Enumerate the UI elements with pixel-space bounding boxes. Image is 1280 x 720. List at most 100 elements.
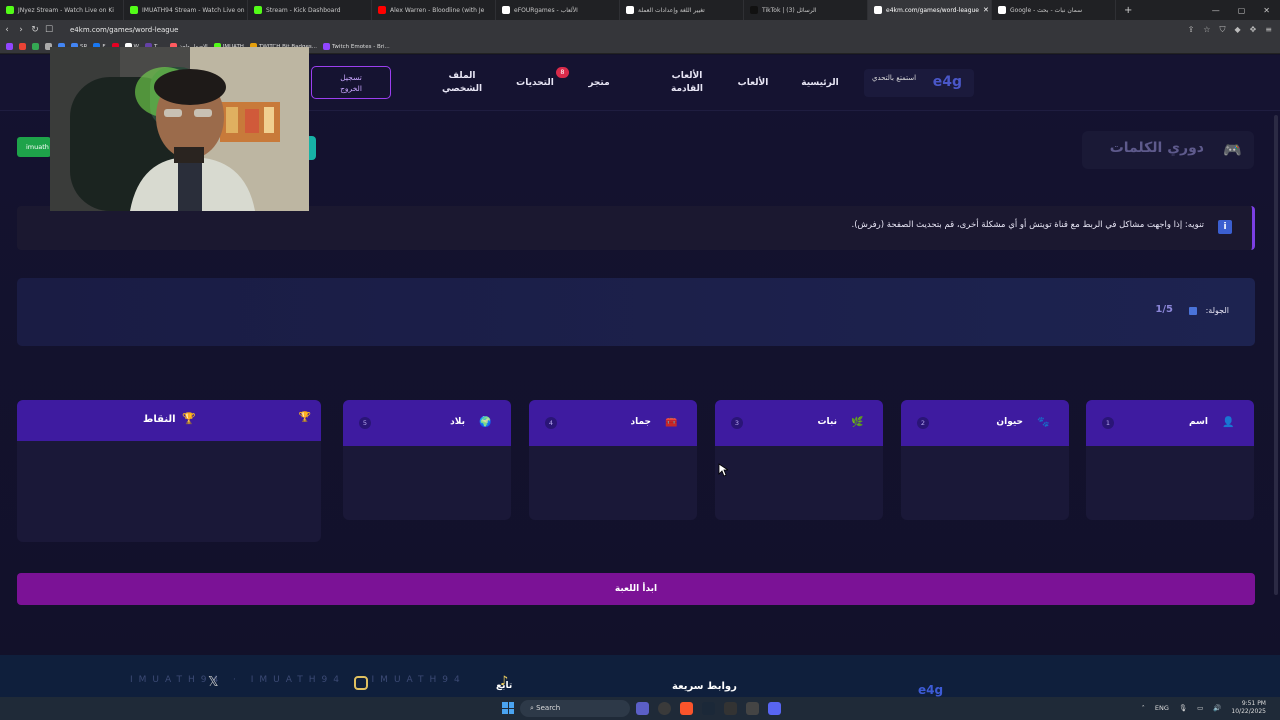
- chevron-up-icon[interactable]: ˄: [1142, 704, 1145, 712]
- star-icon[interactable]: ☆: [1203, 25, 1210, 35]
- challenges-badge: 8: [556, 67, 569, 78]
- taskbar-search-label: Search: [536, 704, 561, 712]
- tab-title: TikTok | (الرسائل (3: [762, 6, 817, 14]
- puzzle-icon[interactable]: ✥: [1250, 25, 1257, 35]
- tab-favicon-icon: [750, 6, 758, 14]
- mic-icon[interactable]: 🎙: [1179, 704, 1187, 712]
- brave-icon[interactable]: [680, 702, 693, 715]
- extensions-area: ⇪ ☆ ⛉ ◆ ✥ ≡: [1188, 25, 1280, 35]
- twitch-account-chip[interactable]: imuath: [17, 137, 51, 157]
- back-icon[interactable]: ‹: [0, 25, 14, 35]
- windows-taskbar: ⌕ Search ˄ ENG 🎙 ▭ 🔊 9:51 PM 10/22/2025: [0, 697, 1280, 720]
- bookmark-item[interactable]: [6, 43, 13, 50]
- tab-favicon-icon: [130, 6, 138, 14]
- tab-title: JNyez Stream - Watch Live on Ki: [18, 6, 114, 14]
- tab-title: IMUATH94 Stream - Watch Live on: [142, 6, 245, 14]
- tab-title: Stream - Kick Dashboard: [266, 6, 341, 14]
- nav-home[interactable]: الرئيسية: [800, 77, 840, 90]
- browser-tab[interactable]: JNyez Stream - Watch Live on Ki: [0, 0, 124, 20]
- share-icon[interactable]: ⇪: [1188, 25, 1195, 35]
- notice-text: تنويه: إذا واجهت مشاكل في الربط مع قناة …: [851, 220, 1204, 230]
- menu-icon[interactable]: ≡: [1265, 25, 1272, 35]
- points-panel: النقاط 🏆 🏆: [17, 400, 321, 542]
- discord-icon[interactable]: [768, 702, 781, 715]
- nav-store[interactable]: متجر: [580, 77, 618, 90]
- category-number: 5: [359, 417, 371, 429]
- paw-icon: 🐾: [1037, 417, 1050, 428]
- bookmark-page-icon[interactable]: ☐: [42, 25, 56, 35]
- bookmark-icon: [19, 43, 26, 50]
- tab-favicon-icon: [998, 6, 1006, 14]
- category-label: نبات: [817, 417, 837, 427]
- browser-tab[interactable]: e4km.com/games/word-league ✕: [868, 0, 992, 20]
- windows-start-icon[interactable]: [502, 702, 514, 714]
- taskbar-search[interactable]: ⌕ Search: [520, 700, 630, 717]
- browser-tab[interactable]: Stream - Kick Dashboard: [248, 0, 372, 20]
- nav-profile[interactable]: الملف الشخصي: [438, 70, 486, 96]
- instagram-icon[interactable]: [354, 676, 368, 690]
- forward-icon[interactable]: ›: [14, 25, 28, 35]
- browser-tab[interactable]: eFOURgames - الألعاب: [496, 0, 620, 20]
- obs-icon[interactable]: [658, 702, 671, 715]
- nav-upcoming-line1: الألعاب: [671, 71, 703, 81]
- social-marquee: IMUATH94 · IMUATH94 · IMUATH94: [130, 675, 466, 685]
- new-tab-icon[interactable]: +: [1116, 5, 1140, 16]
- network-icon[interactable]: ▭: [1197, 704, 1203, 712]
- cursor-icon: [718, 463, 730, 477]
- globe-icon: 🌍: [479, 417, 492, 428]
- brand-logo: e4g: [932, 74, 962, 90]
- category-label: حيوان: [996, 417, 1023, 427]
- browser-tab[interactable]: Alex Warren - Bloodline (with Je: [372, 0, 496, 20]
- url-field[interactable]: e4km.com/games/word-league: [70, 26, 179, 34]
- tiktok-label[interactable]: تابع: [496, 681, 512, 691]
- browser-tab[interactable]: تغيير اللغة وإعدادات العملة: [620, 0, 744, 20]
- tab-favicon-icon: [502, 6, 510, 14]
- logout-button[interactable]: تسجيل الخروج: [311, 66, 391, 99]
- tab-favicon-icon: [254, 6, 262, 14]
- nav-profile-line2: الشخصي: [441, 84, 483, 94]
- steam-icon[interactable]: [702, 702, 715, 715]
- bookmark-item[interactable]: Twitch Emotes - Bri...: [322, 43, 390, 50]
- teams-icon[interactable]: [636, 702, 649, 715]
- clock[interactable]: 9:51 PM 10/22/2025: [1231, 700, 1266, 716]
- clock-date: 10/22/2025: [1231, 708, 1266, 715]
- nav-upcoming-games[interactable]: الألعاب القادمة: [662, 70, 712, 96]
- tab-favicon-icon: [626, 6, 634, 14]
- nav-challenges[interactable]: التحديات: [510, 77, 560, 90]
- bookmark-item[interactable]: [32, 43, 39, 50]
- points-label: النقاط: [143, 414, 176, 425]
- brand-block[interactable]: استمتع بالتحدي e4g: [864, 69, 974, 97]
- page-scrollbar[interactable]: [1274, 115, 1278, 595]
- browser-tab[interactable]: IMUATH94 Stream - Watch Live on: [124, 0, 248, 20]
- nav-upcoming-line2: القادمة: [671, 84, 703, 94]
- nav-games[interactable]: الألعاب: [733, 77, 773, 90]
- bookmark-item[interactable]: [19, 43, 26, 50]
- footer-logo: e4g: [918, 683, 944, 697]
- start-game-button[interactable]: ابدأ اللعبة: [17, 573, 1255, 605]
- reload-icon[interactable]: ↻: [28, 25, 42, 35]
- trophy-icon: 🏆: [182, 412, 196, 425]
- shield-icon[interactable]: ⛉: [1219, 25, 1225, 35]
- minimize-icon[interactable]: —: [1212, 6, 1220, 15]
- category-number: 1: [1102, 417, 1114, 429]
- browser-tab[interactable]: TikTok | (الرسائل (3: [744, 0, 868, 20]
- close-tab-icon[interactable]: ✕: [983, 6, 989, 14]
- maximize-icon[interactable]: ▢: [1238, 6, 1246, 15]
- category-card-animal: حيوان 🐾 2: [901, 400, 1069, 520]
- x-icon[interactable]: 𝕏: [208, 675, 218, 690]
- category-label: بلاد: [450, 417, 465, 427]
- volume-icon[interactable]: 🔊: [1213, 704, 1221, 712]
- notice-banner: تنويه: إذا واجهت مشاكل في الربط مع قناة …: [17, 206, 1255, 250]
- app-icon[interactable]: [724, 702, 737, 715]
- category-card-country: بلاد 🌍 5: [343, 400, 511, 520]
- language-indicator[interactable]: ENG: [1155, 704, 1169, 712]
- bookmark-icon: [6, 43, 13, 50]
- round-icon: [1189, 307, 1197, 315]
- browser-tab-bar: JNyez Stream - Watch Live on Ki IMUATH94 …: [0, 0, 1280, 20]
- category-number: 3: [731, 417, 743, 429]
- close-icon[interactable]: ✕: [1263, 6, 1270, 15]
- webcam-image: [50, 47, 309, 211]
- extension-icon[interactable]: ◆: [1234, 25, 1240, 35]
- browser-tab[interactable]: Google - سمان نبات - بحث: [992, 0, 1116, 20]
- app-icon-2[interactable]: [746, 702, 759, 715]
